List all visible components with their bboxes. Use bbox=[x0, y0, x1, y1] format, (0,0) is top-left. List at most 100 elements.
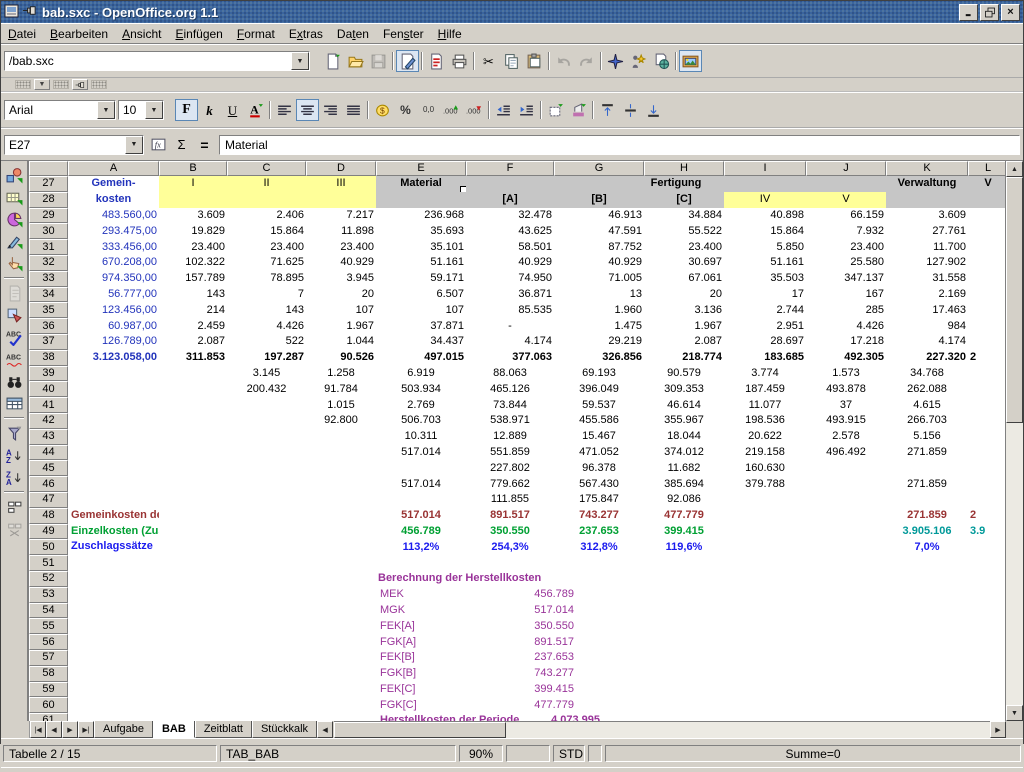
cell-L44[interactable] bbox=[968, 445, 1005, 461]
cell-L43[interactable] bbox=[968, 429, 1005, 445]
cell-A39[interactable] bbox=[68, 366, 159, 382]
row-header-40[interactable]: 40 bbox=[29, 381, 68, 397]
cell-L56[interactable] bbox=[968, 634, 1005, 650]
next-sheet-button[interactable]: ▶ bbox=[62, 721, 78, 738]
cell-C43[interactable] bbox=[227, 429, 306, 445]
cell-D41[interactable]: 1.015 bbox=[306, 397, 376, 413]
cell-C46[interactable] bbox=[227, 476, 306, 492]
cell-J53[interactable] bbox=[806, 587, 886, 603]
cell-K60[interactable] bbox=[886, 697, 968, 713]
cell-L33[interactable] bbox=[968, 271, 1005, 287]
cell-H42[interactable]: 355.967 bbox=[644, 413, 724, 429]
toolbar-grip[interactable] bbox=[91, 80, 107, 89]
cell-F38[interactable]: 377.063 bbox=[466, 350, 554, 366]
cell-J58[interactable] bbox=[806, 666, 886, 682]
cell-L55[interactable] bbox=[968, 618, 1005, 634]
cell-E52[interactable]: Berechnung der Herstellkosten bbox=[376, 571, 644, 587]
cell-E30[interactable]: 35.693 bbox=[376, 223, 466, 239]
vertical-scrollbar-thumb[interactable] bbox=[1006, 177, 1023, 423]
cell-B61[interactable] bbox=[159, 713, 227, 721]
cell-C30[interactable]: 15.864 bbox=[227, 223, 306, 239]
cell-L48[interactable]: 2 bbox=[968, 508, 1005, 524]
cell-L61[interactable] bbox=[968, 713, 1005, 721]
cell-A36[interactable]: 60.987,00 bbox=[68, 318, 159, 334]
cell-J52[interactable] bbox=[806, 571, 886, 587]
hyperlink-icon[interactable] bbox=[650, 50, 673, 72]
cell-B27[interactable]: I bbox=[159, 176, 227, 192]
cell-A59[interactable] bbox=[68, 682, 159, 698]
cell-J37[interactable]: 17.218 bbox=[806, 334, 886, 350]
cell-A52[interactable] bbox=[68, 571, 159, 587]
font-name-value[interactable]: Arial bbox=[5, 101, 97, 119]
cell-F39[interactable]: 88.063 bbox=[466, 366, 554, 382]
cell-E35[interactable]: 107 bbox=[376, 302, 466, 318]
cell-D40[interactable]: 91.784 bbox=[306, 381, 376, 397]
cell-D60[interactable] bbox=[306, 697, 376, 713]
cell-K37[interactable]: 4.174 bbox=[886, 334, 968, 350]
cell-A42[interactable] bbox=[68, 413, 159, 429]
cell-D34[interactable]: 20 bbox=[306, 287, 376, 303]
cell-D61[interactable] bbox=[306, 713, 376, 721]
cell-G36[interactable]: 1.475 bbox=[554, 318, 644, 334]
cell-C45[interactable] bbox=[227, 460, 306, 476]
cell-G33[interactable]: 71.005 bbox=[554, 271, 644, 287]
column-header-L[interactable]: L bbox=[968, 161, 1005, 176]
cell-L42[interactable] bbox=[968, 413, 1005, 429]
cell-D35[interactable]: 107 bbox=[306, 302, 376, 318]
cell-D31[interactable]: 23.400 bbox=[306, 239, 376, 255]
formula-input[interactable]: Material bbox=[219, 135, 1020, 155]
sum-icon[interactable]: Σ bbox=[170, 134, 193, 156]
cell-D27[interactable]: III bbox=[306, 176, 376, 192]
cell-B30[interactable]: 19.829 bbox=[159, 223, 227, 239]
row-header-61[interactable]: 61 bbox=[29, 713, 68, 721]
cell-E44[interactable]: 517.014 bbox=[376, 445, 466, 461]
cell-G50[interactable]: 312,8% bbox=[554, 539, 644, 555]
row-header-54[interactable]: 54 bbox=[29, 603, 68, 619]
cell-H53[interactable] bbox=[644, 587, 724, 603]
sort-descending-icon[interactable]: ZA bbox=[2, 466, 26, 488]
cell-H36[interactable]: 1.967 bbox=[644, 318, 724, 334]
cell-A53[interactable] bbox=[68, 587, 159, 603]
stylist-icon[interactable] bbox=[627, 50, 650, 72]
cell-J54[interactable] bbox=[806, 603, 886, 619]
cell-D37[interactable]: 1.044 bbox=[306, 334, 376, 350]
cell-H30[interactable]: 55.522 bbox=[644, 223, 724, 239]
cell-H57[interactable] bbox=[644, 650, 724, 666]
cell-A56[interactable] bbox=[68, 634, 159, 650]
cell-B48[interactable] bbox=[159, 508, 227, 524]
cell-K52[interactable] bbox=[886, 571, 968, 587]
cell-G28[interactable]: [B] bbox=[554, 192, 644, 208]
cell-E50[interactable]: 113,2% bbox=[376, 539, 466, 555]
cell-C29[interactable]: 2.406 bbox=[227, 208, 306, 224]
cell-L32[interactable] bbox=[968, 255, 1005, 271]
cell-J47[interactable] bbox=[806, 492, 886, 508]
cell-J39[interactable]: 1.573 bbox=[806, 366, 886, 382]
cell-E43[interactable]: 10.311 bbox=[376, 429, 466, 445]
cell-H40[interactable]: 309.353 bbox=[644, 381, 724, 397]
cell-E48[interactable]: 517.014 bbox=[376, 508, 466, 524]
cell-A49[interactable]: Einzelkosten (Zuschlagsbasis) bbox=[68, 524, 159, 540]
cell-D33[interactable]: 3.945 bbox=[306, 271, 376, 287]
cell-B42[interactable] bbox=[159, 413, 227, 429]
cell-A55[interactable] bbox=[68, 618, 159, 634]
cell-F49[interactable]: 350.550 bbox=[466, 524, 554, 540]
cell-B38[interactable]: 311.853 bbox=[159, 350, 227, 366]
cell-C34[interactable]: 7 bbox=[227, 287, 306, 303]
column-header-J[interactable]: J bbox=[806, 161, 886, 176]
cell-E34[interactable]: 6.507 bbox=[376, 287, 466, 303]
cell-D47[interactable] bbox=[306, 492, 376, 508]
cell-F28[interactable]: [A] bbox=[466, 192, 554, 208]
column-header-F[interactable]: F bbox=[466, 161, 554, 176]
cell-L45[interactable] bbox=[968, 460, 1005, 476]
cell-B28[interactable] bbox=[159, 192, 227, 208]
cell-E51[interactable] bbox=[376, 555, 466, 571]
datasources-icon[interactable] bbox=[2, 392, 26, 414]
cell-I52[interactable] bbox=[724, 571, 806, 587]
cell-D36[interactable]: 1.967 bbox=[306, 318, 376, 334]
cell-L58[interactable] bbox=[968, 666, 1005, 682]
row-header-57[interactable]: 57 bbox=[29, 650, 68, 666]
cell-F45[interactable]: 227.802 bbox=[466, 460, 554, 476]
increase-indent-icon[interactable] bbox=[515, 99, 538, 121]
cell-D48[interactable] bbox=[306, 508, 376, 524]
spellcheck-icon[interactable]: ABC bbox=[2, 326, 26, 348]
